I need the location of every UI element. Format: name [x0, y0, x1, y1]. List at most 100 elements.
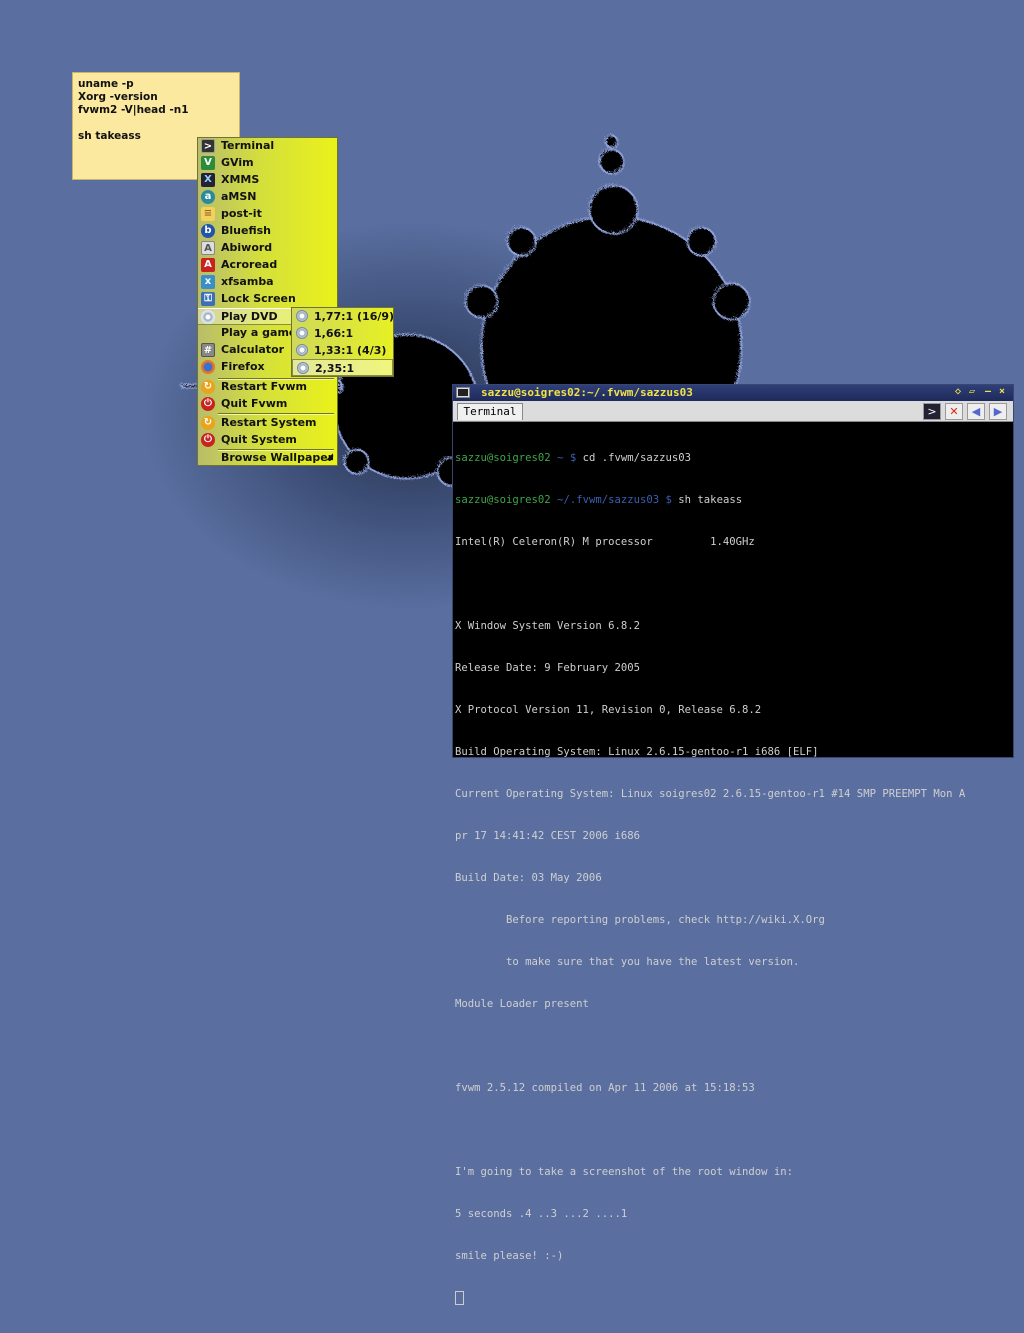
menu-item-lock-screen[interactable]: ⚿ Lock Screen [198, 291, 337, 308]
restart-icon: ↻ [201, 416, 215, 430]
tab-bar: Terminal > ✕ ◀ ▶ [453, 401, 1013, 422]
next-tab-icon[interactable]: ▶ [989, 403, 1007, 420]
prompt-symbol: $ [569, 452, 577, 464]
output-line: Build Operating System: Linux 2.6.15-gen… [455, 746, 819, 758]
post-it-line [78, 117, 234, 130]
output-line: X Window System Version 6.8.2 [455, 620, 640, 632]
menu-item-bluefish[interactable]: b Bluefish [198, 223, 337, 240]
disc-icon [296, 344, 308, 356]
dvd-icon [201, 310, 215, 324]
lock-screen-icon: ⚿ [201, 292, 215, 306]
xfsamba-icon: x [201, 275, 215, 289]
new-tab-icon[interactable]: > [923, 403, 941, 420]
menu-item-label: Terminal [221, 139, 275, 152]
output-line: Module Loader present [455, 998, 589, 1010]
disc-icon [296, 310, 308, 322]
menu-item-label: Firefox [221, 360, 265, 373]
dvd-aspect-label: 2,35:1 [315, 362, 355, 375]
menu-item-abiword[interactable]: A Abiword [198, 240, 337, 257]
output-line: X Protocol Version 11, Revision 0, Relea… [455, 704, 762, 716]
prompt-line: sazzu@soigres02 ~/.fvwm/sazzus03 $ sh ta… [455, 493, 1013, 507]
menu-item-label: Restart Fvwm [221, 380, 307, 393]
menu-item-label: Abiword [221, 241, 273, 254]
submenu-arrow-icon: ◢ [326, 452, 333, 462]
dvd-aspect-item[interactable]: 2,35:1 [292, 359, 393, 376]
prompt-user: sazzu@soigres02 [455, 452, 551, 464]
output-line: to make sure that you have the latest ve… [455, 956, 800, 968]
post-it-line: Xorg -version [78, 91, 158, 103]
output-line: fvwm 2.5.12 compiled on Apr 11 2006 at 1… [455, 1082, 755, 1094]
menu-item-quit-fvwm[interactable]: ⏻ Quit Fvwm [198, 396, 337, 413]
menu-item-restart-system[interactable]: ↻ Restart System [198, 415, 337, 432]
menu-item-label: aMSN [221, 190, 257, 203]
menu-item-xfsamba[interactable]: x xfsamba [198, 274, 337, 291]
menu-item-label: Acroread [221, 258, 278, 271]
prompt-command: cd .fvwm/sazzus03 [582, 452, 692, 464]
dvd-aspect-label: 1,66:1 [314, 327, 354, 340]
menu-item-label: Browse Wallpaper [221, 451, 334, 464]
prompt-path: ~/.fvwm/sazzus03 [557, 494, 660, 506]
output-line: Build Date: 03 May 2006 [455, 872, 602, 884]
menu-item-restart-fvwm[interactable]: ↻ Restart Fvwm [198, 379, 337, 396]
gvim-icon: V [201, 156, 215, 170]
output-line: 5 seconds .4 ..3 ...2 ....1 [455, 1208, 628, 1220]
menu-item-label: Bluefish [221, 224, 271, 237]
window-title: sazzu@soigres02:~/.fvwm/sazzus03 [481, 386, 693, 399]
close-icon[interactable]: × [999, 386, 1005, 397]
close-tab-icon[interactable]: ✕ [945, 403, 963, 420]
menu-item-label: Lock Screen [221, 292, 296, 305]
acroread-icon: A [201, 258, 215, 272]
menu-item-acroread[interactable]: A Acroread [198, 257, 337, 274]
previous-tab-icon[interactable]: ◀ [967, 403, 985, 420]
prompt-path: ~ [557, 452, 564, 464]
menu-item-label: GVim [221, 156, 254, 169]
menu-item-label: Play DVD [221, 310, 278, 323]
xmms-icon: X [201, 173, 215, 187]
tab-terminal[interactable]: Terminal [457, 403, 523, 420]
menu-item-amsn[interactable]: a aMSN [198, 189, 337, 206]
output-line: pr 17 14:41:42 CEST 2006 i686 [455, 830, 640, 842]
terminal-output[interactable]: sazzu@soigres02 ~ $ cd .fvwm/sazzus03 sa… [455, 423, 1013, 1333]
output-line: I'm going to take a screenshot of the ro… [455, 1166, 794, 1178]
terminal-window[interactable]: sazzu@soigres02:~/.fvwm/sazzus03 ◇ ▱ – ×… [452, 384, 1014, 1305]
menu-item-label: Restart System [221, 416, 317, 429]
menu-item-quit-system[interactable]: ⏻ Quit System [198, 432, 337, 449]
output-line: Before reporting problems, check http://… [455, 914, 825, 926]
disc-icon [297, 362, 309, 374]
menu-item-browse-wallpaper[interactable]: Browse Wallpaper ◢ [198, 450, 337, 467]
menu-item-xmms[interactable]: X XMMS [198, 172, 337, 189]
cursor-line [455, 1291, 1013, 1305]
dvd-aspect-item[interactable]: 1,77:1 (16/9) [292, 308, 395, 325]
output-line: Intel(R) Celeron(R) M processor 1.40GHz [455, 536, 755, 548]
terminal-icon[interactable] [456, 387, 470, 398]
menu-item-label: Calculator [221, 343, 285, 356]
post-it-line: fvwm2 -V|head -n1 [78, 104, 189, 116]
prompt-user: sazzu@soigres02 [455, 494, 551, 506]
post-it-icon: ≡ [201, 207, 215, 221]
dvd-aspect-label: 1,33:1 (4/3) [314, 344, 387, 357]
maximize-icon[interactable]: ▱ [969, 386, 975, 397]
window-titlebar[interactable]: sazzu@soigres02:~/.fvwm/sazzus03 ◇ ▱ – × [453, 385, 1013, 401]
minimize-icon[interactable]: – [985, 386, 991, 397]
output-line: Release Date: 9 February 2005 [455, 662, 640, 674]
abiword-icon: A [201, 241, 215, 255]
menu-item-gvim[interactable]: V GVim [198, 155, 337, 172]
power-icon: ⏻ [201, 397, 215, 411]
dvd-submenu: 1,77:1 (16/9) 1,66:1 1,33:1 (4/3) 2,35:1 [291, 307, 394, 377]
menu-item-post-it[interactable]: ≡ post-it [198, 206, 337, 223]
menu-item-label: xfsamba [221, 275, 274, 288]
power-icon: ⏻ [201, 433, 215, 447]
dvd-aspect-item[interactable]: 1,33:1 (4/3) [292, 342, 393, 359]
menu-item-label: post-it [221, 207, 262, 220]
sticky-button-icon[interactable]: ◇ [955, 386, 961, 397]
prompt-line: sazzu@soigres02 ~ $ cd .fvwm/sazzus03 [455, 451, 1013, 465]
dvd-aspect-item[interactable]: 1,66:1 [292, 325, 393, 342]
calculator-icon: # [201, 343, 215, 357]
dvd-aspect-label: 1,77:1 (16/9) [314, 310, 395, 323]
output-line: smile please! :-) [455, 1250, 564, 1262]
terminal-icon: > [201, 139, 215, 153]
restart-icon: ↻ [201, 380, 215, 394]
menu-item-terminal[interactable]: > Terminal [198, 138, 337, 155]
